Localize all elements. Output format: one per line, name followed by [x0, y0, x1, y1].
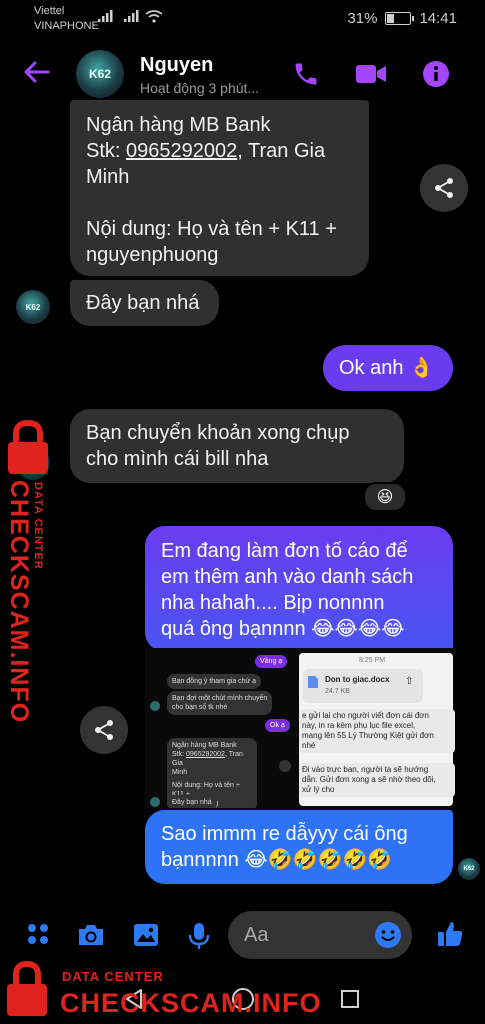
mini-text-block: e gửi lại cho người viết đơn cái đơn này…: [299, 709, 455, 753]
message-line: em thêm anh vào danh sách: [161, 566, 414, 588]
nav-recents-icon[interactable]: [340, 989, 360, 1009]
gallery-icon[interactable]: [132, 922, 160, 948]
signal-icon-2: [124, 10, 139, 22]
watermark-site-vertical: CHECKSCAM.INFO: [5, 480, 33, 724]
mini-avatar: [150, 797, 160, 807]
incoming-message-bank-info[interactable]: Ngân hàng MB Bank Stk: 0965292002, Tran …: [70, 100, 369, 276]
input-placeholder: Aa: [244, 923, 269, 946]
mini-share-icon: [279, 760, 291, 772]
activity-status: Hoạt động 3 phút...: [140, 80, 260, 96]
message-line: Nội dung: Họ và tên + K11 +: [86, 218, 337, 240]
signal-icon: [98, 10, 113, 22]
mini-line: cho bạn số tk nhé: [172, 704, 228, 711]
message-text: Đây bạn nhá: [86, 292, 200, 314]
reaction-emoji: 😆: [376, 489, 394, 506]
clock: 14:41: [419, 10, 457, 27]
image-attachment[interactable]: Vâng ạ Bạn đồng ý tham gia chứ ạ Bạn đợi…: [145, 648, 455, 808]
seen-avatar: K62: [458, 858, 480, 880]
message-line: quá ông bạnnnn 😂😂😂😂: [161, 618, 405, 640]
carrier-name-1: Viettel: [34, 5, 65, 17]
camera-icon[interactable]: [76, 922, 106, 948]
video-call-icon[interactable]: [354, 60, 388, 88]
battery-icon: [385, 12, 415, 25]
outgoing-message[interactable]: Em đang làm đơn tố cáo để em thêm anh và…: [145, 526, 453, 652]
message-line: cho mình cái bill nha: [86, 448, 269, 470]
battery-percent: 31%: [347, 10, 378, 27]
message-line: bạnnnnn 😂🤣🤣🤣🤣🤣: [161, 849, 393, 871]
back-arrow-icon[interactable]: [22, 60, 50, 84]
outgoing-message[interactable]: Sao immm re dẫyyy cái ông bạnnnnn 😂🤣🤣🤣🤣🤣: [145, 810, 453, 884]
share-button[interactable]: [420, 164, 468, 212]
message-line: nguyenphuong: [86, 244, 219, 266]
incoming-message[interactable]: Bạn chuyển khoản xong chụp cho mình cái …: [70, 409, 404, 483]
message-line: Bạn chuyển khoản xong chụp: [86, 422, 350, 444]
message-line: nha hahah.... Bịp nonnnn: [161, 592, 385, 614]
mini-incoming: Bạn đồng ý tham gia chứ ạ: [167, 674, 262, 689]
microphone-icon[interactable]: [188, 922, 210, 950]
emoji-icon[interactable]: [374, 921, 402, 949]
share-icon: [435, 178, 453, 198]
status-bar: Viettel VINAPHONE 31% 14:41: [0, 0, 485, 36]
contact-avatar-small[interactable]: K62: [16, 290, 50, 324]
mini-outgoing: Vâng ạ: [255, 655, 288, 668]
account-number-link[interactable]: 0965292002: [126, 140, 237, 162]
carrier-name-2: VINAPHONE: [34, 20, 99, 32]
mini-outgoing: Ok ạ: [265, 719, 290, 732]
phone-icon[interactable]: [292, 60, 320, 88]
avatar-text: K62: [25, 302, 41, 312]
mini-document-panel: 8:25 PM Don to giac.docx 24.7 KB ⇧ e gửi…: [299, 653, 455, 806]
message-line: Minh: [86, 166, 130, 188]
message-line: Em đang làm đơn tố cáo để: [161, 540, 408, 562]
outgoing-message[interactable]: Ok anh 👌: [323, 345, 453, 391]
like-thumb-icon[interactable]: [436, 920, 464, 948]
mini-line: Bạn đợi một chút mình chuyển: [172, 695, 268, 702]
avatar-text: K62: [463, 866, 475, 872]
contact-avatar-small[interactable]: K62: [16, 446, 50, 480]
share-button[interactable]: [80, 706, 128, 754]
contact-avatar[interactable]: K62: [76, 50, 124, 98]
message-line: Sao immm re dẫyyy cái ông: [161, 823, 408, 845]
apps-grid-icon[interactable]: [26, 922, 50, 946]
mini-incoming: Bạn đợi một chút mình chuyển cho bạn số …: [167, 691, 273, 715]
mini-incoming: Đây bạn nhá: [167, 795, 217, 808]
file-icon: [308, 676, 318, 688]
mini-time: 8:25 PM: [359, 657, 386, 664]
message-text: Ok anh 👌: [339, 357, 434, 379]
mini-file-size: 24.7 KB: [325, 688, 350, 695]
message-composer: Aa: [0, 908, 485, 964]
watermark-label-vertical: DATA CENTER: [32, 482, 44, 570]
wifi-icon: [145, 10, 163, 23]
mini-line: Minh: [172, 769, 188, 776]
message-reaction[interactable]: 😆: [363, 482, 407, 512]
mini-file-name: Don to giac.docx: [325, 675, 390, 684]
message-line: Stk: 0965292002, Tran Gia: [86, 140, 326, 162]
avatar-text: K62: [25, 458, 41, 468]
avatar-text: K62: [88, 67, 111, 81]
message-line: Ngân hàng MB Bank: [86, 114, 271, 136]
nav-home-icon[interactable]: [231, 987, 255, 1011]
system-nav-bar: [0, 964, 485, 1024]
mini-avatar: [150, 701, 160, 711]
mini-line: Ngân hàng MB Bank: [172, 742, 237, 749]
nav-back-icon[interactable]: [124, 988, 144, 1010]
mini-text-block: Đi vào trực ban, người ta sẽ hướng dẫn. …: [299, 763, 455, 797]
info-icon[interactable]: [422, 60, 450, 88]
mini-upload-icon: ⇧: [405, 676, 414, 687]
incoming-message[interactable]: Đây bạn nhá: [70, 280, 219, 326]
mini-line: Stk: 0965292002, Tran Gia: [172, 751, 243, 767]
share-icon: [95, 720, 113, 740]
contact-name[interactable]: Nguyen: [140, 54, 213, 77]
